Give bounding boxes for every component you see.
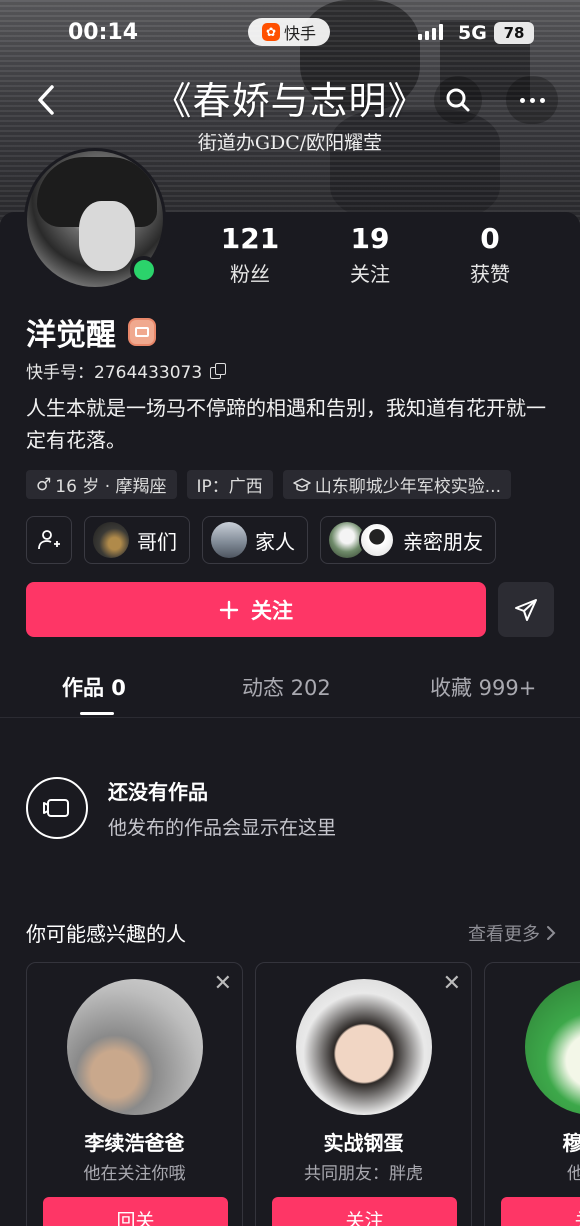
- chevron-left-icon: [38, 85, 54, 115]
- recommend-header: 你可能感兴趣的人 查看更多: [26, 918, 556, 947]
- card-reason: 他在关注你哦: [83, 1164, 186, 1184]
- avatar[interactable]: [67, 979, 203, 1115]
- follow-label: 关注: [251, 598, 293, 623]
- follow-back-button[interactable]: 回关: [43, 1197, 228, 1226]
- profile-stats: 121 粉丝 19 关注 0 获赞: [190, 222, 570, 287]
- follow-button[interactable]: 关注: [272, 1197, 457, 1226]
- profile-name: 洋觉醒: [26, 318, 116, 353]
- dot-icon: [529, 97, 535, 103]
- dot-icon: [519, 97, 525, 103]
- app-name: 快手: [283, 24, 316, 43]
- relation-label: 家人: [255, 529, 295, 554]
- age-zodiac-text: 16 岁 · 摩羯座: [55, 477, 167, 497]
- stat-label: 关注: [350, 262, 390, 286]
- card-name: 穆隆斋: [562, 1131, 580, 1155]
- avatar: [211, 522, 247, 558]
- empty-description: 他发布的作品会显示在这里: [108, 817, 337, 839]
- relation-label: 哥们: [137, 529, 177, 554]
- school-text: 山东聊城少年军校实验...: [314, 477, 501, 497]
- card-name: 实战钢蛋: [323, 1131, 404, 1155]
- recommend-card[interactable]: ✕ 李续浩爸爸 他在关注你哦 回关: [26, 962, 243, 1226]
- relation-group-buddies[interactable]: 哥们: [84, 516, 190, 564]
- graduation-cap-icon: [293, 477, 311, 491]
- content-tabs: 作品 0 动态 202 收藏 999+: [0, 662, 580, 718]
- app-indicator: ✿ 快手: [248, 18, 330, 46]
- kuaishou-id: 快手号：2764433073: [26, 363, 203, 383]
- signal-icon: [418, 24, 443, 40]
- status-time: 00:14: [68, 20, 139, 45]
- online-status-indicator: [130, 256, 158, 284]
- follow-button[interactable]: 关注: [26, 582, 486, 637]
- stat-likes[interactable]: 0 获赞: [430, 222, 550, 287]
- stat-value: 121: [220, 222, 280, 255]
- relation-group-close-friends[interactable]: 亲密朋友: [320, 516, 496, 564]
- search-icon: [446, 88, 470, 112]
- tag-school[interactable]: 山东聊城少年军校实验...: [282, 470, 511, 499]
- tab-moments[interactable]: 动态 202: [242, 672, 331, 702]
- video-camera-icon: [26, 777, 88, 839]
- recommend-card[interactable]: ✕ 实战钢蛋 共同朋友：胖虎 关注: [255, 962, 472, 1226]
- see-more-label: 查看更多: [468, 923, 540, 945]
- follow-button[interactable]: 关注: [501, 1197, 580, 1226]
- close-icon[interactable]: ✕: [443, 971, 461, 996]
- avatar: [359, 522, 395, 558]
- plus-icon: [219, 600, 239, 619]
- recommend-card[interactable]: ✕ 穆隆斋 他在关 关注: [484, 962, 580, 1226]
- relation-label: 亲密朋友: [403, 529, 483, 554]
- battery-icon: 78: [494, 22, 534, 44]
- tag-ip: IP：广西: [186, 470, 273, 499]
- copy-icon[interactable]: [210, 362, 227, 379]
- card-name: 李续浩爸爸: [84, 1131, 185, 1155]
- recommend-cards: ✕ 李续浩爸爸 他在关注你哦 回关 ✕ 实战钢蛋 共同朋友：胖虎 关注 ✕ 穆隆…: [26, 962, 580, 1226]
- stat-label: 粉丝: [230, 262, 270, 286]
- kuaishou-logo-icon: ✿: [261, 23, 280, 41]
- cover-subtitle: 街道办GDC/欧阳耀莹: [197, 132, 383, 154]
- status-bar: 00:14 ✿ 快手 5G 78: [0, 18, 580, 52]
- stat-value: 19: [350, 222, 390, 255]
- card-reason: 他在关: [567, 1164, 580, 1184]
- gender-male-icon: ♂: [36, 474, 52, 495]
- profile-tags: ♂ 16 岁 · 摩羯座 IP：广西 山东聊城少年军校实验...: [26, 470, 511, 499]
- profile-bio: 人生本就是一场马不停蹄的相遇和告别，我知道有花开就一定有花落。: [26, 396, 546, 452]
- avatar[interactable]: [525, 979, 580, 1115]
- stat-following[interactable]: 19 关注: [310, 222, 430, 287]
- card-reason: 共同朋友：胖虎: [304, 1164, 423, 1184]
- avatar[interactable]: [296, 979, 432, 1115]
- relationship-row: 哥们 家人 亲密朋友: [26, 516, 496, 564]
- empty-works-state: 还没有作品 他发布的作品会显示在这里: [26, 776, 336, 840]
- recommend-heading: 你可能感兴趣的人: [26, 922, 186, 946]
- name-row: 洋觉醒: [26, 310, 156, 354]
- tab-favorites[interactable]: 收藏 999+: [430, 672, 536, 702]
- avatar: [93, 522, 129, 558]
- tab-works[interactable]: 作品 0: [62, 672, 126, 702]
- paper-plane-icon: [515, 598, 537, 621]
- cover-title: 《春娇与志明》: [153, 79, 427, 123]
- send-message-button[interactable]: [498, 582, 554, 637]
- tag-age-zodiac: ♂ 16 岁 · 摩羯座: [26, 470, 177, 499]
- stat-value: 0: [480, 222, 500, 255]
- kuaishou-id-row: 快手号：2764433073: [26, 358, 227, 383]
- level-badge-icon[interactable]: [128, 318, 156, 346]
- dot-icon: [539, 97, 545, 103]
- active-tab-indicator: [80, 712, 114, 715]
- chevron-right-icon: [547, 925, 556, 940]
- stat-label: 获赞: [470, 262, 510, 286]
- close-icon[interactable]: ✕: [214, 971, 232, 996]
- more-options-button[interactable]: [506, 76, 558, 124]
- search-button[interactable]: [434, 76, 482, 124]
- add-friend-button[interactable]: [26, 516, 72, 564]
- empty-title: 还没有作品: [108, 780, 208, 804]
- network-type: 5G: [458, 22, 487, 44]
- see-more-link[interactable]: 查看更多: [468, 920, 556, 946]
- relation-group-family[interactable]: 家人: [202, 516, 308, 564]
- stat-fans[interactable]: 121 粉丝: [190, 222, 310, 287]
- cover-title-block: 《春娇与志明》 街道办GDC/欧阳耀莹: [100, 76, 480, 155]
- back-button[interactable]: [22, 78, 70, 122]
- add-user-icon: [38, 530, 60, 550]
